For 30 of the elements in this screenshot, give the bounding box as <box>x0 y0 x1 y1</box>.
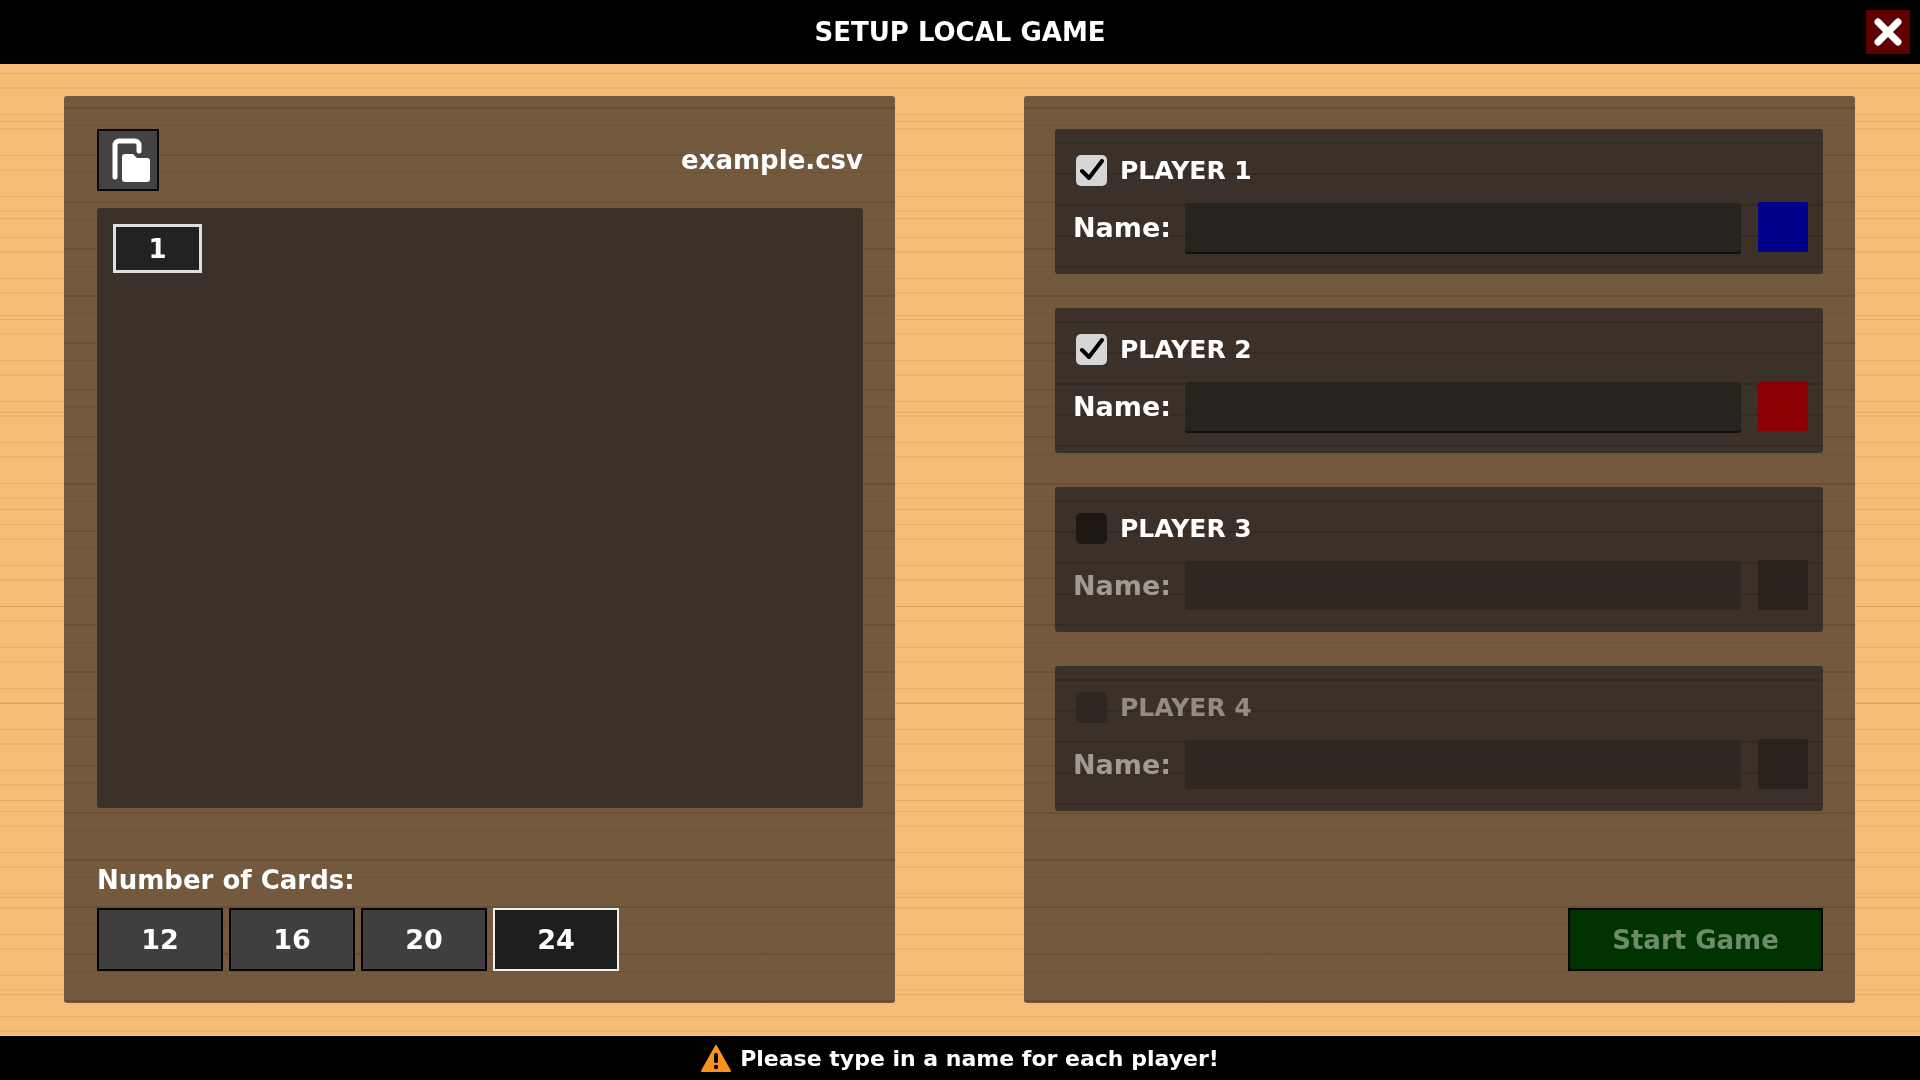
name-label: Name: <box>1073 569 1173 601</box>
name-input[interactable] <box>1185 381 1741 431</box>
card-count-button[interactable]: 12 <box>97 908 223 971</box>
file-name: example.csv <box>681 145 863 175</box>
status-message: Please type in a name for each player! <box>740 1045 1219 1071</box>
card-count-button[interactable]: 24 <box>493 908 619 971</box>
player-label: PLAYER 2 <box>1120 334 1252 364</box>
close-icon <box>1873 17 1903 47</box>
checkbox[interactable] <box>1076 512 1107 544</box>
warning-icon <box>701 1044 732 1072</box>
name-label: Name: <box>1073 390 1173 422</box>
card-count-button[interactable]: 20 <box>361 908 487 971</box>
deck-item[interactable]: 1 <box>113 224 202 273</box>
checkbox[interactable] <box>1076 333 1107 365</box>
card-count-button[interactable]: 16 <box>229 908 355 971</box>
window-title: SETUP LOCAL GAME <box>814 17 1106 47</box>
card-count-label: Number of Cards: <box>97 864 355 897</box>
checkbox[interactable] <box>1076 154 1107 186</box>
open-file-button[interactable] <box>97 129 159 191</box>
name-input[interactable] <box>1185 202 1741 252</box>
player-label: PLAYER 4 <box>1120 692 1252 722</box>
color-swatch-icon[interactable] <box>1758 381 1808 431</box>
player-label: PLAYER 3 <box>1120 513 1252 543</box>
check-icon <box>1079 159 1104 181</box>
player-label: PLAYER 1 <box>1120 155 1252 185</box>
check-icon <box>1079 338 1104 360</box>
close-button[interactable] <box>1866 10 1910 54</box>
color-swatch-icon[interactable] <box>1758 202 1808 252</box>
name-label: Name: <box>1073 211 1173 243</box>
name-label: Name: <box>1073 748 1173 780</box>
